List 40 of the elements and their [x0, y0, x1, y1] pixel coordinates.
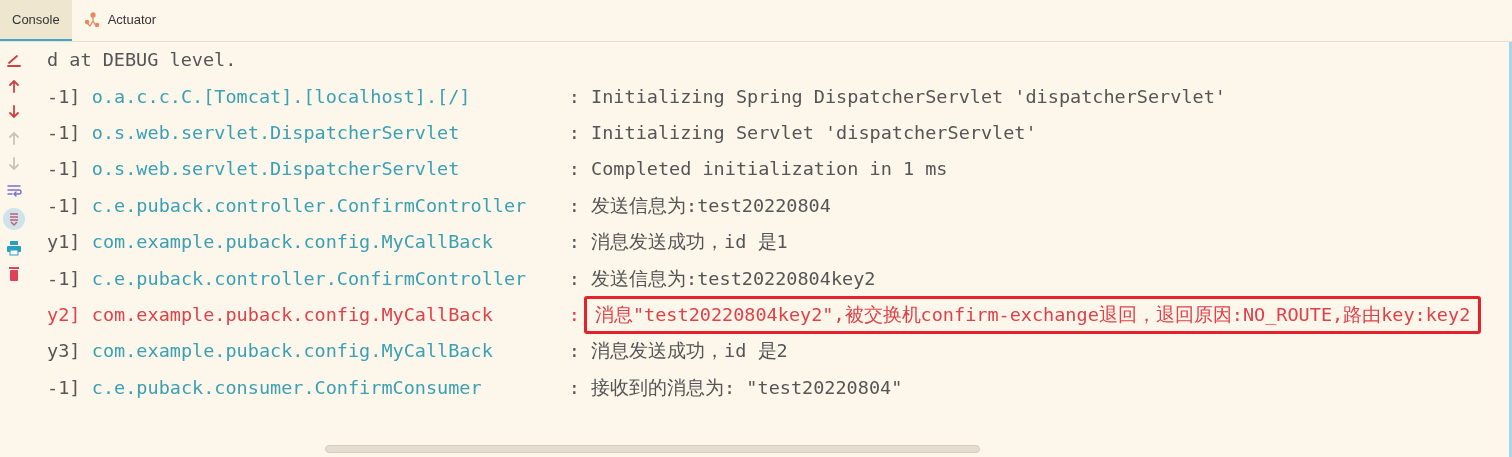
log-message: : 发送信息为:test20220804: [568, 193, 831, 218]
log-separator: :: [568, 303, 580, 328]
logger-name: com.example.puback.config.MyCallBack: [91, 303, 494, 328]
logger-name: c.e.puback.controller.ConfirmController: [91, 193, 528, 218]
log-thread: -1]: [47, 266, 81, 291]
logger-name: c.e.puback.consumer.ConfirmConsumer: [91, 375, 483, 400]
wrap-icon[interactable]: [6, 182, 22, 198]
log-message: : 发送信息为:test20220804key2: [568, 266, 876, 291]
log-thread: y1]: [47, 230, 81, 255]
log-message: : 消息发送成功，id 是2: [568, 339, 788, 364]
log-message: 消息"test20220804key2",被交换机confirm-exchange退回，退回原因:NO_ROUTE,路由key:key2: [583, 296, 1482, 334]
logger-name: com.example.puback.config.MyCallBack: [91, 230, 494, 255]
log-message: : 消息发送成功，id 是1: [568, 230, 788, 255]
logger-name: o.s.web.servlet.DispatcherServlet: [91, 157, 461, 182]
horizontal-scrollbar[interactable]: [325, 445, 980, 453]
logger-name: o.a.c.c.C.[Tomcat].[localhost].[/]: [91, 84, 472, 109]
logger-name: c.e.puback.controller.ConfirmController: [91, 266, 528, 291]
log-thread: -1]: [47, 193, 81, 218]
tab[interactable]: Console: [0, 0, 72, 41]
logger-name: com.example.puback.config.MyCallBack: [91, 339, 494, 364]
printer-icon[interactable]: [6, 240, 22, 256]
arrow-down-icon[interactable]: [6, 104, 22, 120]
trash-icon[interactable]: [6, 266, 22, 282]
log-thread: -1]: [47, 84, 81, 109]
log-message: : Initializing Servlet 'dispatcherServlet': [568, 121, 1037, 146]
log-message: : Initializing Spring DispatcherServlet 'dispatcherServlet': [568, 84, 1226, 109]
log-message: : Completed initialization in 1 ms: [568, 157, 948, 182]
logger-name: o.s.web.servlet.DispatcherServlet: [91, 121, 461, 146]
log-thread: -1]: [47, 375, 81, 400]
tab[interactable]: Actuator: [71, 0, 169, 41]
actuator-icon: [83, 11, 100, 28]
log-thread: -1]: [47, 157, 81, 182]
log-thread: y2]: [47, 303, 81, 328]
log-message: : 接收到的消息为: "test20220804": [568, 375, 903, 400]
scroll-to-end-icon[interactable]: [3, 208, 25, 230]
arrow-up-icon[interactable]: [6, 78, 22, 94]
log-thread: -1]: [47, 121, 81, 146]
log-thread: y3]: [47, 339, 81, 364]
clear-icon[interactable]: [6, 52, 22, 68]
log-line: d at DEBUG level.: [47, 48, 238, 73]
